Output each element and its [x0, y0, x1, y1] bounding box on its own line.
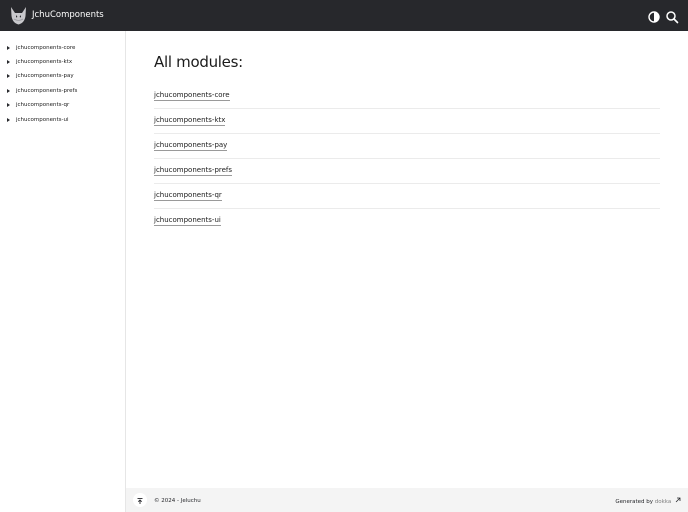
sidebar-item-label: jchucomponents-core	[16, 45, 76, 51]
sidebar-item-core[interactable]: jchucomponents-core	[0, 43, 124, 55]
module-row: jchucomponents-core	[154, 83, 660, 109]
dokka-link[interactable]: dokka	[655, 499, 672, 505]
sidebar-item-pay[interactable]: jchucomponents-pay	[0, 71, 124, 83]
module-link-ui[interactable]: jchucomponents-ui	[154, 215, 221, 226]
caret-right-icon[interactable]	[7, 89, 10, 93]
module-row: jchucomponents-pay	[154, 133, 660, 159]
cat-logo-icon[interactable]	[10, 6, 27, 25]
sidebar-item-ktx[interactable]: jchucomponents-ktx	[0, 57, 124, 69]
caret-right-icon[interactable]	[7, 46, 10, 50]
module-link-core[interactable]: jchucomponents-core	[154, 90, 230, 101]
top-bar: JchuComponents	[0, 0, 688, 31]
caret-right-icon[interactable]	[7, 60, 10, 64]
scroll-to-top-icon[interactable]	[133, 493, 147, 507]
search-icon[interactable]	[665, 9, 679, 24]
module-row: jchucomponents-ui	[154, 208, 660, 233]
main-content: All modules: jchucomponents-core jchucom…	[126, 31, 688, 488]
generated-by: Generated by dokka	[615, 497, 681, 506]
caret-right-icon[interactable]	[7, 103, 10, 107]
footer: © 2024 - Jeluchu Generated by dokka	[126, 488, 688, 512]
external-link-icon[interactable]	[675, 497, 681, 506]
module-link-prefs[interactable]: jchucomponents-prefs	[154, 165, 233, 176]
module-row: jchucomponents-ktx	[154, 108, 660, 134]
theme-toggle-icon[interactable]	[647, 9, 661, 23]
sidebar-nav: jchucomponents-core jchucomponents-ktx j…	[0, 31, 126, 512]
module-row: jchucomponents-prefs	[154, 158, 660, 184]
sidebar-item-label: jchucomponents-ktx	[16, 59, 73, 65]
page-title: All modules:	[154, 53, 243, 71]
module-link-pay[interactable]: jchucomponents-pay	[154, 140, 228, 151]
module-link-qr[interactable]: jchucomponents-qr	[154, 190, 222, 201]
sidebar-item-label: jchucomponents-pay	[16, 73, 74, 79]
module-row: jchucomponents-qr	[154, 183, 660, 209]
sidebar-item-label: jchucomponents-ui	[16, 117, 69, 123]
sidebar-item-prefs[interactable]: jchucomponents-prefs	[0, 86, 124, 98]
caret-right-icon[interactable]	[7, 118, 10, 122]
generated-by-label: Generated by	[615, 499, 655, 505]
sidebar-item-label: jchucomponents-prefs	[16, 88, 78, 94]
caret-right-icon[interactable]	[7, 74, 10, 78]
copyright-text: © 2024 - Jeluchu	[154, 498, 201, 504]
module-link-ktx[interactable]: jchucomponents-ktx	[154, 115, 226, 126]
app-title[interactable]: JchuComponents	[32, 9, 104, 21]
sidebar-item-ui[interactable]: jchucomponents-ui	[0, 115, 124, 127]
sidebar-item-qr[interactable]: jchucomponents-qr	[0, 100, 124, 112]
sidebar-item-label: jchucomponents-qr	[16, 102, 70, 108]
